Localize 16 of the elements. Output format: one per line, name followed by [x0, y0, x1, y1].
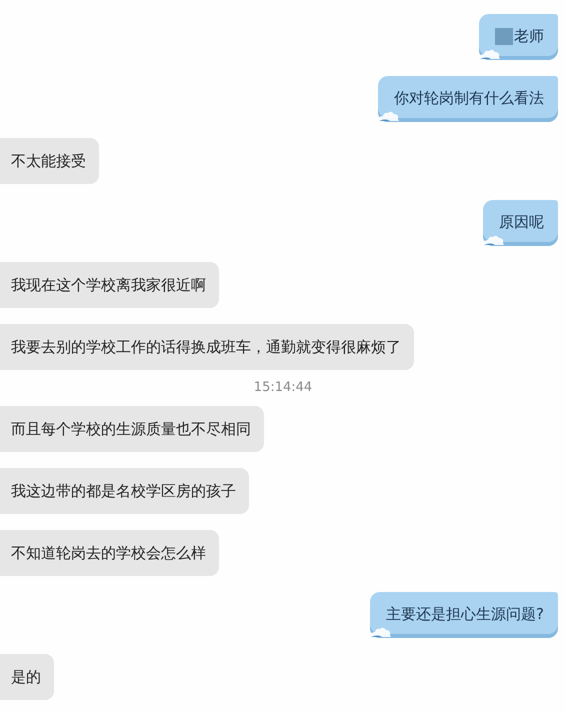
cloud-icon: [483, 234, 505, 246]
cloud-icon: [370, 626, 392, 638]
message-text: 是的: [11, 668, 41, 686]
message-text: 不太能接受: [11, 152, 86, 170]
message-text: 我现在这个学校离我家很近啊: [11, 276, 206, 294]
message-text: 而且每个学校的生源质量也不尽相同: [11, 420, 251, 438]
message-text: 老师: [514, 26, 544, 46]
message-text: 不知道轮岗去的学校会怎么样: [11, 544, 206, 562]
cloud-icon: [378, 110, 400, 122]
message-text: 你对轮岗制有什么看法: [394, 88, 544, 108]
timestamp: 15:14:44: [254, 380, 312, 396]
message-text: 原因呢: [499, 212, 544, 232]
message-text: 我这边带的都是名校学区房的孩子: [11, 482, 236, 500]
message-text: 我要去别的学校工作的话得换成班车，通勤就变得很麻烦了: [11, 338, 401, 356]
message-text: 主要还是担心生源问题?: [386, 604, 544, 624]
cloud-icon: [479, 48, 501, 60]
